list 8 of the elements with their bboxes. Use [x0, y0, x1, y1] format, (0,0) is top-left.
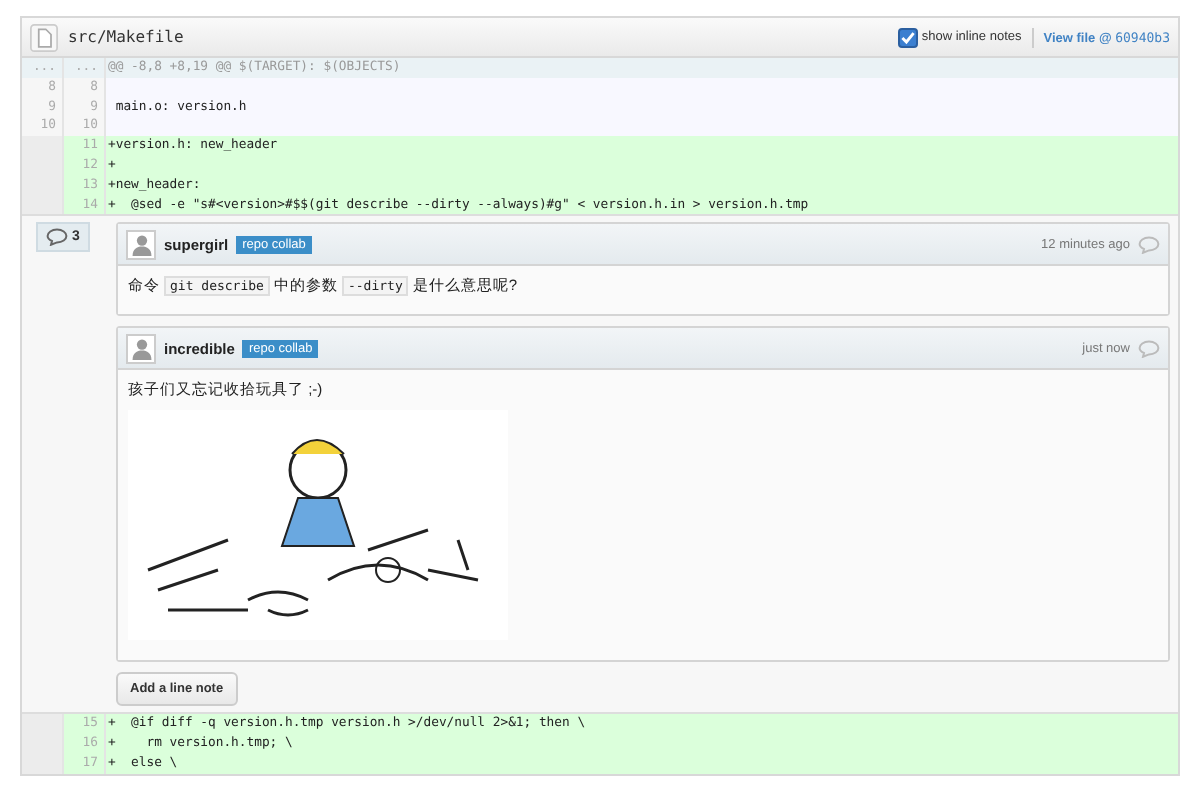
- file-path: src/Makefile: [68, 28, 184, 46]
- checkbox-icon[interactable]: [897, 27, 918, 47]
- file-icon: [30, 23, 58, 51]
- reply-icon[interactable]: [1138, 339, 1160, 358]
- reply-icon[interactable]: [1138, 235, 1160, 254]
- avatar-icon: [126, 229, 156, 260]
- avatar-icon: [126, 333, 156, 364]
- comment-icon: [46, 228, 68, 247]
